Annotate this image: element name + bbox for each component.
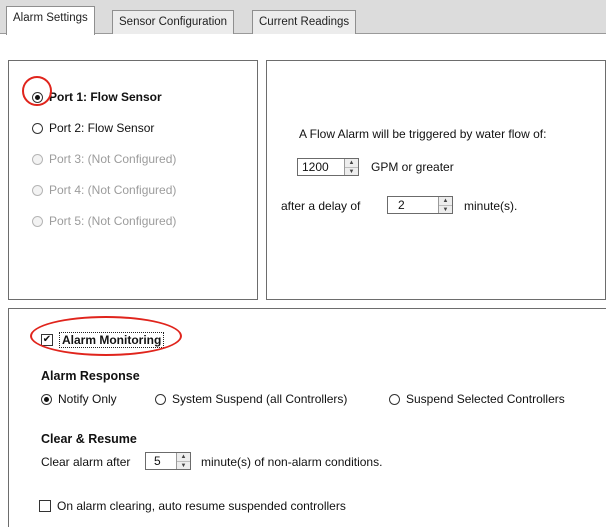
flow-alarm-panel: A Flow Alarm will be triggered by water …	[266, 60, 606, 300]
radio-indicator	[41, 393, 52, 405]
checkbox-indicator	[39, 500, 51, 512]
response-suspend-selected-label: Suspend Selected Controllers	[406, 392, 565, 406]
up-arrow-icon[interactable]: ▲	[177, 453, 190, 461]
response-notify-only-radio[interactable]: Notify Only	[41, 392, 117, 406]
port-2-radio[interactable]: Port 2: Flow Sensor	[32, 121, 154, 135]
stepper-arrows[interactable]: ▲ ▼	[344, 159, 358, 175]
clear-delay-stepper[interactable]: 5 ▲ ▼	[145, 452, 191, 470]
checkbox-indicator: ✔	[41, 334, 53, 346]
tab-current-readings[interactable]: Current Readings	[252, 10, 357, 34]
port-4-label: Port 4: (Not Configured)	[49, 183, 177, 197]
radio-indicator	[32, 215, 43, 227]
auto-resume-checkbox[interactable]: On alarm clearing, auto resume suspended…	[39, 499, 346, 513]
port-4-radio: Port 4: (Not Configured)	[32, 183, 176, 197]
down-arrow-icon[interactable]: ▼	[439, 205, 452, 214]
clear-unit-label: minute(s) of non-alarm conditions.	[201, 455, 383, 469]
port-5-radio: Port 5: (Not Configured)	[32, 214, 176, 228]
tab-strip: Alarm Settings Sensor Configuration Curr…	[0, 0, 606, 35]
radio-indicator	[155, 393, 166, 405]
down-arrow-icon[interactable]: ▼	[345, 167, 358, 176]
alarm-monitoring-label: Alarm Monitoring	[59, 332, 165, 348]
radio-indicator	[389, 393, 400, 405]
port-3-label: Port 3: (Not Configured)	[49, 152, 177, 166]
port-selection-panel: Port 1: Flow Sensor Port 2: Flow Sensor …	[8, 60, 258, 300]
radio-indicator	[32, 91, 43, 103]
delay-stepper[interactable]: 2 ▲ ▼	[387, 196, 453, 214]
up-arrow-icon[interactable]: ▲	[345, 159, 358, 167]
radio-indicator	[32, 153, 43, 165]
down-arrow-icon[interactable]: ▼	[177, 461, 190, 470]
radio-indicator	[32, 184, 43, 196]
port-1-label: Port 1: Flow Sensor	[49, 90, 162, 104]
up-arrow-icon[interactable]: ▲	[439, 197, 452, 205]
response-system-suspend-label: System Suspend (all Controllers)	[172, 392, 348, 406]
stepper-arrows[interactable]: ▲ ▼	[438, 197, 452, 213]
response-system-suspend-radio[interactable]: System Suspend (all Controllers)	[155, 392, 347, 406]
port-3-radio: Port 3: (Not Configured)	[32, 152, 176, 166]
delay-label: after a delay of	[281, 199, 361, 213]
port-1-radio[interactable]: Port 1: Flow Sensor	[32, 90, 162, 104]
tab-alarm-settings[interactable]: Alarm Settings	[6, 6, 95, 35]
port-2-label: Port 2: Flow Sensor	[49, 121, 155, 135]
stepper-arrows[interactable]: ▲ ▼	[176, 453, 190, 469]
delay-unit-label: minute(s).	[464, 199, 518, 213]
clear-delay-value: 5	[154, 454, 161, 468]
flow-threshold-value: 1200	[302, 160, 329, 174]
port-5-label: Port 5: (Not Configured)	[49, 214, 177, 228]
response-notify-only-label: Notify Only	[58, 392, 117, 406]
auto-resume-label: On alarm clearing, auto resume suspended…	[57, 499, 346, 513]
delay-value: 2	[398, 198, 405, 212]
clear-alarm-label: Clear alarm after	[41, 455, 131, 469]
alarm-monitoring-checkbox[interactable]: ✔ Alarm Monitoring	[41, 332, 165, 348]
flow-threshold-stepper[interactable]: 1200 ▲ ▼	[297, 158, 359, 176]
clear-resume-heading: Clear & Resume	[41, 432, 137, 446]
flow-alarm-description: A Flow Alarm will be triggered by water …	[299, 127, 547, 141]
alarm-response-heading: Alarm Response	[41, 369, 140, 383]
response-suspend-selected-radio[interactable]: Suspend Selected Controllers	[389, 392, 565, 406]
tab-sensor-configuration[interactable]: Sensor Configuration	[112, 10, 235, 34]
alarm-monitoring-panel: ✔ Alarm Monitoring Alarm Response Notify…	[8, 308, 606, 527]
flow-unit-label: GPM or greater	[371, 160, 454, 174]
radio-indicator	[32, 122, 43, 134]
